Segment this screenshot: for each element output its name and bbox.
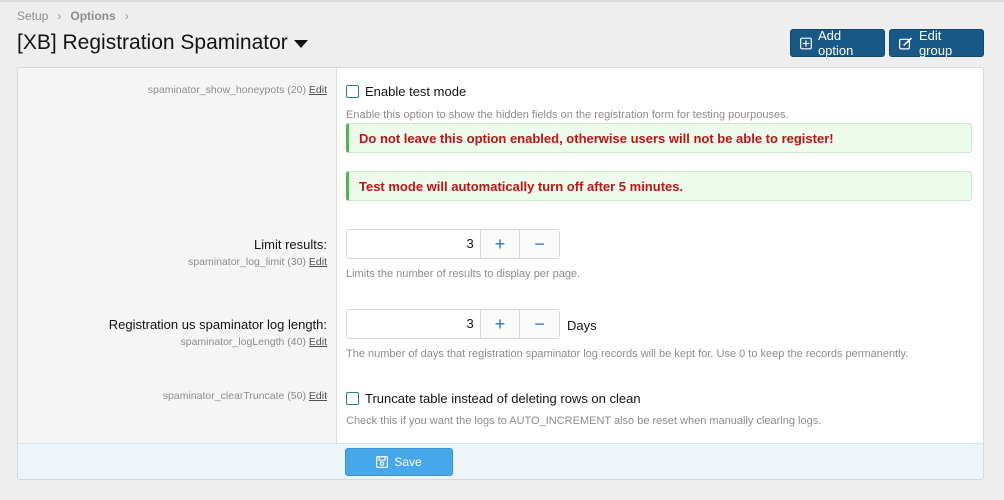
enable-test-mode-label[interactable]: Enable test mode [365,84,466,99]
edit-link[interactable]: Edit [309,256,327,268]
log-limit-hint: Limits the number of results to display … [346,268,581,280]
breadcrumb-separator-icon: › [57,9,62,23]
option-label-log-limit: Limit results: [254,237,327,252]
breadcrumb-options[interactable]: Options [70,9,115,23]
decrement-button[interactable]: − [519,310,559,338]
add-option-label: Add option [817,28,854,58]
option-id-log-length: spaminator_logLength (40) Edit [180,336,327,348]
edit-link[interactable]: Edit [309,336,327,348]
caret-down-icon[interactable] [293,40,308,48]
test-mode-hint: Enable this option to show the hidden fi… [346,109,789,121]
save-icon [376,456,389,468]
info-notice: Test mode will automatically turn off af… [346,171,972,201]
increment-button[interactable]: + [479,310,520,338]
option-id-text: spaminator_clearTruncate (50) [162,390,306,402]
minus-icon: − [534,233,545,254]
truncate-table-hint: Check this if you want the logs to AUTO_… [346,415,822,427]
warning-notice: Do not leave this option enabled, otherw… [346,123,972,153]
truncate-table-label[interactable]: Truncate table instead of deleting rows … [365,391,641,406]
decrement-button[interactable]: − [519,230,559,258]
truncate-table-checkbox[interactable] [346,392,359,405]
option-id-text: spaminator_logLength (40) [180,336,306,348]
log-length-stepper: 3 + − [346,309,560,339]
log-length-input[interactable]: 3 [347,310,480,338]
option-id-log-limit: spaminator_log_limit (30) Edit [188,256,327,268]
option-id-text: spaminator_log_limit (30) [188,256,306,268]
edit-group-label: Edit group [918,28,953,58]
plus-icon: + [494,313,506,334]
options-block: spaminator_show_honeypots (20) Edit Limi… [17,67,984,480]
edit-link[interactable]: Edit [309,390,327,402]
option-id-clear-truncate: spaminator_clearTruncate (50) Edit [163,390,327,402]
form-footer: Save [18,443,983,479]
plus-square-icon [800,37,812,49]
save-button[interactable]: Save [345,448,453,476]
log-length-hint: The number of days that registration spa… [346,348,909,360]
log-limit-stepper: 3 + − [346,229,560,259]
breadcrumb: Setup › Options › [17,9,138,23]
edit-group-button[interactable]: Edit group [889,28,984,58]
increment-button[interactable]: + [479,230,520,258]
enable-test-mode-checkbox[interactable] [346,85,359,98]
log-length-units: Days [567,318,597,333]
page-title-text: [XB] Registration Spaminator [17,31,288,54]
option-label-log-length: Registration us spaminator log length: [108,317,327,332]
minus-icon: − [534,313,545,334]
top-edge [0,0,1004,2]
page-title[interactable]: [XB] Registration Spaminator [17,31,308,55]
edit-icon [899,37,913,49]
log-limit-input[interactable]: 3 [347,230,480,258]
option-id-text: spaminator_show_honeypots (20) [147,84,306,96]
save-label: Save [394,455,422,469]
breadcrumb-setup[interactable]: Setup [17,9,48,23]
edit-link[interactable]: Edit [309,84,327,96]
plus-icon: + [494,233,506,254]
add-option-button[interactable]: Add option [790,28,885,58]
labels-column: spaminator_show_honeypots (20) Edit Limi… [18,68,337,443]
breadcrumb-separator-icon: › [124,9,129,23]
option-id-show-honeypots: spaminator_show_honeypots (20) Edit [148,84,327,96]
